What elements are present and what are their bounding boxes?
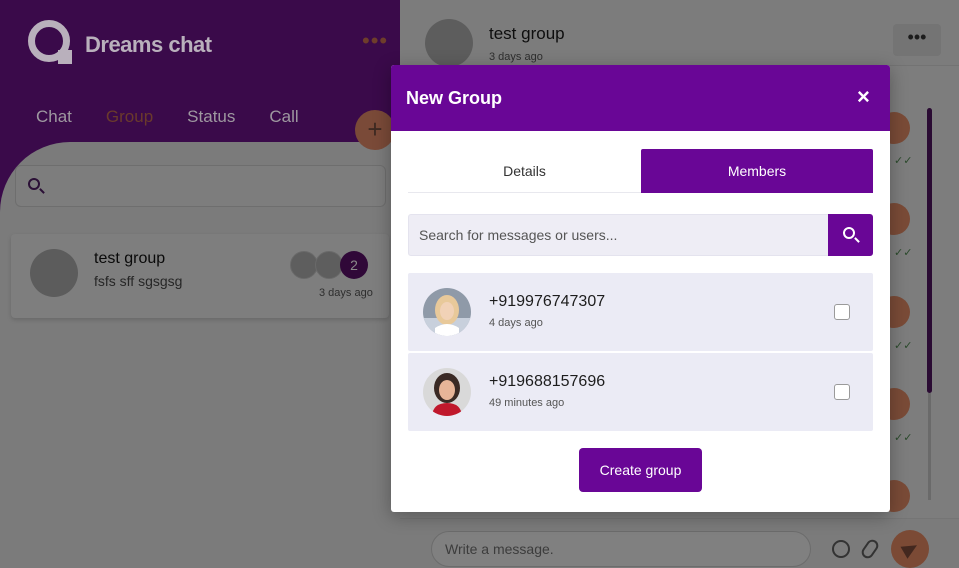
member-phone: +919688157696 [489,373,606,390]
member-last-seen: 4 days ago [489,317,543,329]
list-item[interactable]: +919688157696 49 minutes ago [408,353,873,431]
member-avatar [315,251,343,279]
member-search-input[interactable]: Search for messages or users... [408,214,829,256]
smile-icon[interactable] [832,540,850,558]
logo-icon [28,20,72,64]
member-phone: +919976747307 [489,293,606,310]
modal-header: New Group × [391,65,890,131]
member-checkbox[interactable] [834,384,850,400]
sidebar-search-input[interactable] [15,165,386,207]
paperclip-icon[interactable] [859,537,881,561]
double-check-icon: ✓✓ [894,155,913,167]
search-icon [28,178,40,190]
double-check-icon: ✓✓ [894,340,913,352]
tab-details[interactable]: Details [408,149,641,193]
message-input[interactable]: Write a message. [431,531,811,567]
send-button[interactable] [891,530,929,568]
conversation-item[interactable]: test group fsfs sff sgsgsg 2 3 days ago [11,234,389,318]
more-dots-icon[interactable]: ••• [893,24,941,56]
plus-icon: + [367,114,383,144]
chat-title: test group [489,24,565,43]
double-check-icon: ✓✓ [894,247,913,259]
member-last-seen: 49 minutes ago [489,397,565,409]
brand-name: Dreams chat [85,32,212,57]
avatar [425,19,473,67]
modal-title: New Group [406,88,503,108]
conversation-time: 3 days ago [319,287,373,299]
tab-status[interactable]: Status [187,107,235,127]
sidebar-tabs: Chat Group Status Call [36,107,333,127]
tab-call[interactable]: Call [269,107,298,127]
conversation-last-message: fsfs sff sgsgsg [94,273,183,289]
search-icon [843,227,855,239]
tab-members[interactable]: Members [641,149,873,193]
scrollbar-track[interactable] [928,393,931,500]
conversation-name: test group [94,250,166,267]
scrollbar-thumb[interactable] [927,108,932,393]
avatar [423,288,471,336]
chat-subtitle: 3 days ago [489,51,543,63]
avatar [30,249,78,297]
member-checkbox[interactable] [834,304,850,320]
search-button[interactable] [828,214,873,256]
new-group-modal: New Group × Details Members Search for m… [391,65,890,512]
tab-group[interactable]: Group [106,107,153,127]
member-avatar [290,251,318,279]
tab-chat[interactable]: Chat [36,107,72,127]
avatar [423,368,471,416]
double-check-icon: ✓✓ [894,432,913,444]
chat-header: test group 3 days ago ••• [400,0,959,67]
close-icon[interactable]: × [857,86,870,108]
create-group-button[interactable]: Create group [579,448,702,492]
more-dots-icon[interactable]: ••• [362,30,388,52]
list-item[interactable]: +919976747307 4 days ago [408,273,873,351]
add-group-button[interactable]: + [355,110,395,150]
member-count-badge: 2 [340,251,368,279]
sidebar: Dreams chat ••• Chat Group Status Call +… [0,0,400,568]
composer: Write a message. [400,518,959,568]
